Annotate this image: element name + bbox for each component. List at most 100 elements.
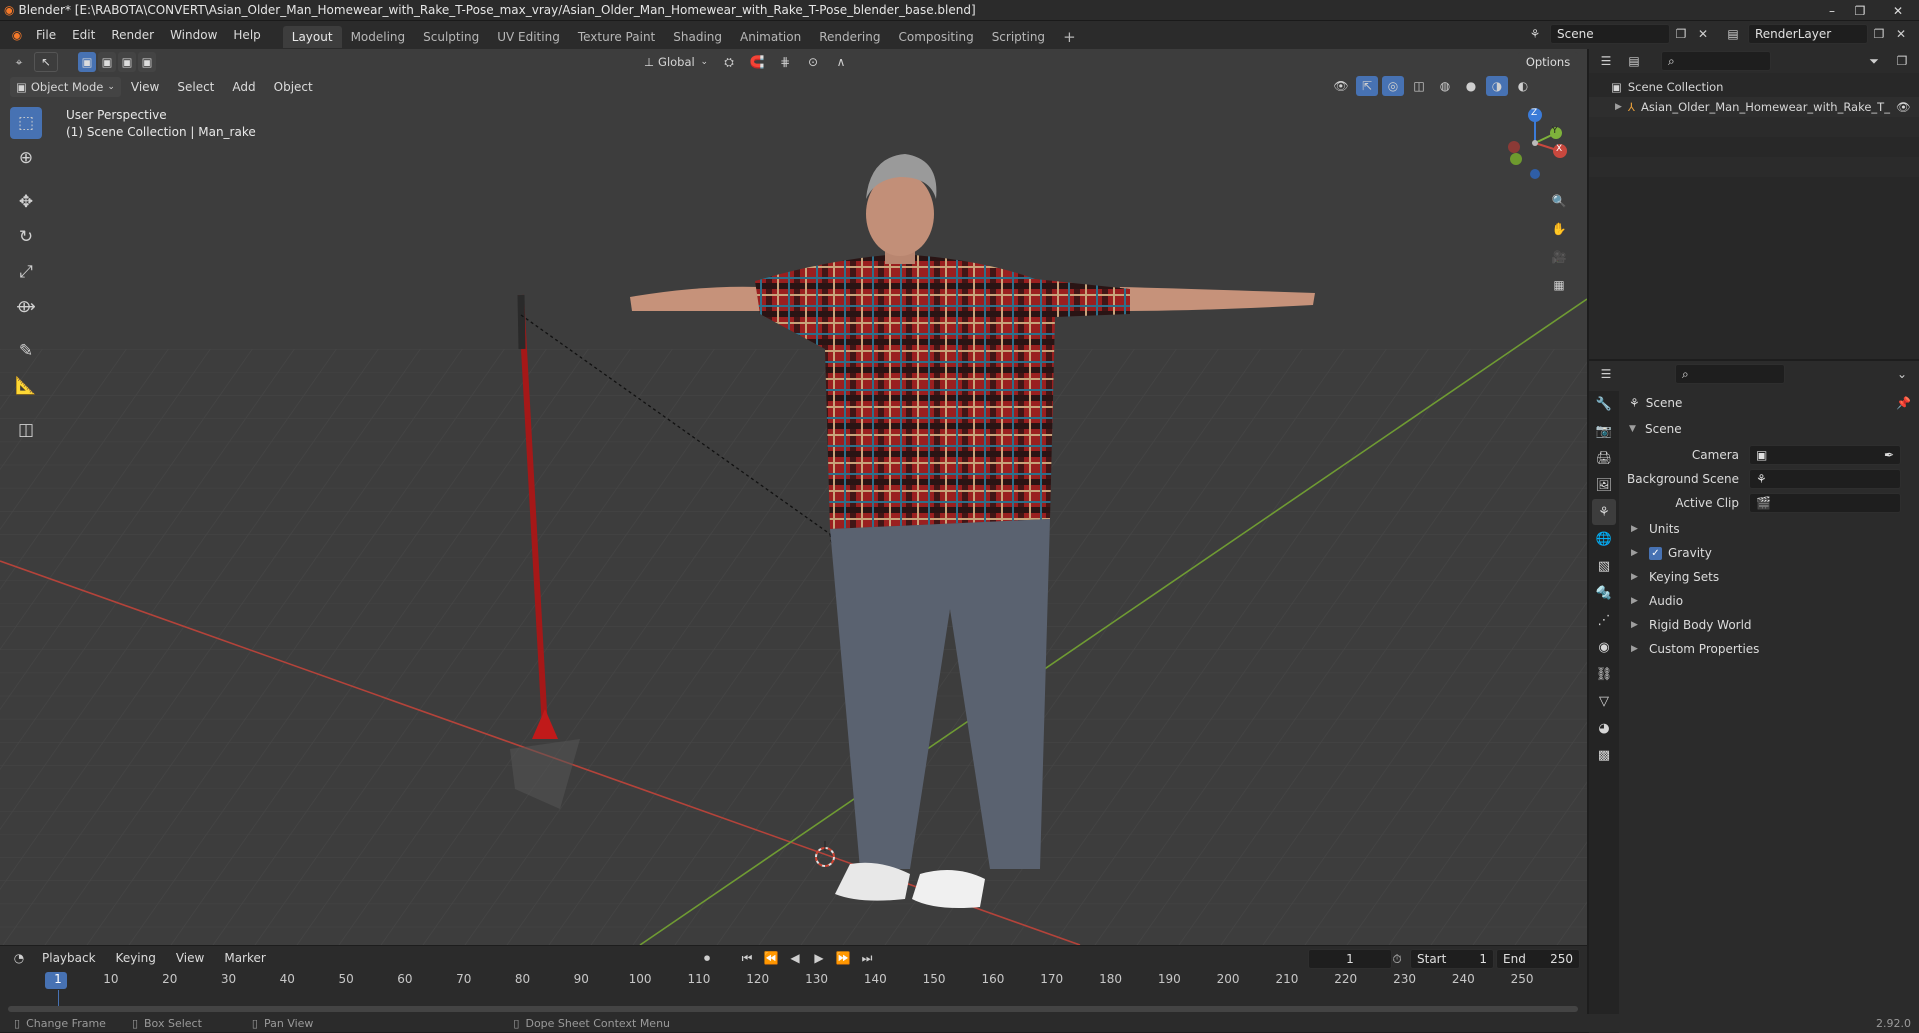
physics-tab-icon[interactable]: ◉ <box>1592 634 1616 660</box>
zoom-icon[interactable]: 🔍 <box>1548 191 1570 211</box>
transform-orientation-dropdown[interactable]: ⊥ Global ⌄ <box>640 52 712 72</box>
modifier-tab-icon[interactable]: 🔩 <box>1592 580 1616 606</box>
jump-end-icon[interactable]: ⏭ <box>856 948 878 968</box>
chevron-down-icon[interactable]: ⌄ <box>1891 364 1913 384</box>
jump-start-icon[interactable]: ⏮ <box>736 948 758 968</box>
falloff-icon[interactable]: ∧ <box>830 52 852 72</box>
cursor-tool-icon[interactable]: ⊕ <box>10 142 42 174</box>
tool-tab-icon[interactable]: 🔧 <box>1592 391 1616 417</box>
current-frame-field[interactable]: 1 <box>1308 949 1392 969</box>
tab-shading[interactable]: Shading <box>664 26 731 48</box>
add-cube-tool-icon[interactable]: ◫ <box>10 414 42 446</box>
properties-editor-icon[interactable]: ☰ <box>1595 364 1617 384</box>
record-icon[interactable]: ⏺ <box>696 948 718 968</box>
tab-sculpting[interactable]: Sculpting <box>414 26 488 48</box>
texture-tab-icon[interactable]: ▩ <box>1592 742 1616 768</box>
new-collection-icon[interactable]: ❐ <box>1891 51 1913 71</box>
maximize-button[interactable]: ❐ <box>1846 0 1874 21</box>
proportional-edit-icon[interactable]: ⊙ <box>802 52 824 72</box>
pin-icon[interactable]: 📌 <box>1896 396 1911 410</box>
transform-tool-icon[interactable]: ⟴ <box>10 291 42 323</box>
solid-shading-icon[interactable]: ● <box>1460 76 1482 96</box>
gravity-panel-header[interactable]: ▶ ✓ Gravity <box>1621 541 1919 565</box>
eyedropper-icon[interactable]: ✒ <box>1884 446 1894 464</box>
subtract-selection-icon[interactable]: ▣ <box>118 52 136 72</box>
snap-target-icon[interactable]: ⋕ <box>774 52 796 72</box>
tab-compositing[interactable]: Compositing <box>889 26 982 48</box>
snap-icon[interactable]: 🧲 <box>746 52 768 72</box>
menu-timeline-view[interactable]: View <box>168 947 212 969</box>
scene-panel-header[interactable]: ▼ Scene <box>1621 417 1919 441</box>
close-window-button[interactable]: ✕ <box>1878 0 1918 21</box>
start-frame-field[interactable]: Start 1 <box>1410 949 1494 969</box>
3d-viewport[interactable]: User Perspective (1) Scene Collection | … <box>0 49 1587 945</box>
select-mode-icon[interactable]: ↖ <box>34 52 58 72</box>
tab-rendering[interactable]: Rendering <box>810 26 889 48</box>
display-mode-icon[interactable]: ▤ <box>1623 51 1645 71</box>
mode-dropdown[interactable]: ▣ Object Mode ⌄ <box>10 77 121 97</box>
world-tab-icon[interactable]: 🌐 <box>1592 526 1616 552</box>
blender-menu-icon[interactable]: ◉ <box>6 25 28 45</box>
menu-file[interactable]: File <box>28 24 64 46</box>
menu-select[interactable]: Select <box>169 76 222 98</box>
outliner-search-input[interactable]: ⌕ <box>1661 51 1771 71</box>
delete-scene-icon[interactable]: ✕ <box>1692 24 1714 44</box>
camera-field[interactable]: ▣ ✒ <box>1749 445 1901 465</box>
outliner-editor-icon[interactable]: ☰ <box>1595 51 1617 71</box>
new-selection-icon[interactable]: ▣ <box>78 52 96 72</box>
output-tab-icon[interactable]: 🖨 <box>1592 445 1616 471</box>
new-view-layer-icon[interactable]: ❐ <box>1868 24 1890 44</box>
options-dropdown[interactable]: Options <box>1518 52 1578 72</box>
scene-name-field[interactable]: Scene <box>1550 24 1670 44</box>
measure-tool-icon[interactable]: 📐 <box>10 370 42 402</box>
move-tool-icon[interactable]: ✥ <box>10 186 42 218</box>
add-workspace-button[interactable]: + <box>1054 26 1085 48</box>
material-shading-icon[interactable]: ◑ <box>1486 76 1508 96</box>
tab-animation[interactable]: Animation <box>731 26 810 48</box>
new-scene-icon[interactable]: ❐ <box>1670 24 1692 44</box>
scene-tab-icon[interactable]: ⚘ <box>1592 499 1616 525</box>
rigid-body-world-panel-header[interactable]: ▶ Rigid Body World <box>1621 613 1919 637</box>
wireframe-shading-icon[interactable]: ◍ <box>1434 76 1456 96</box>
extend-selection-icon[interactable]: ▣ <box>98 52 116 72</box>
view-layer-field[interactable]: RenderLayer <box>1748 24 1868 44</box>
tab-texture-paint[interactable]: Texture Paint <box>569 26 664 48</box>
view-layer-icon[interactable]: ▤ <box>1722 24 1744 44</box>
eye-visibility-icon[interactable]: 👁 <box>1896 100 1911 114</box>
tab-uv-editing[interactable]: UV Editing <box>488 26 569 48</box>
visibility-icon[interactable]: 👁 <box>1330 76 1352 96</box>
menu-view[interactable]: View <box>123 76 167 98</box>
tab-modeling[interactable]: Modeling <box>342 26 415 48</box>
rendered-shading-icon[interactable]: ◐ <box>1512 76 1534 96</box>
menu-keying[interactable]: Keying <box>108 947 164 969</box>
minimize-button[interactable]: – <box>1818 0 1846 21</box>
gravity-checkbox[interactable]: ✓ <box>1649 546 1662 560</box>
filter-icon[interactable]: ⏷ <box>1863 51 1885 71</box>
pan-hand-icon[interactable]: ✋ <box>1548 219 1570 239</box>
units-panel-header[interactable]: ▶ Units <box>1621 517 1919 541</box>
view-layer-tab-icon[interactable]: 🖼 <box>1592 472 1616 498</box>
constraints-tab-icon[interactable]: ⛓ <box>1592 661 1616 687</box>
menu-playback[interactable]: Playback <box>34 947 104 969</box>
gizmo-toggle-icon[interactable]: ⇱ <box>1356 76 1378 96</box>
keying-sets-panel-header[interactable]: ▶ Keying Sets <box>1621 565 1919 589</box>
play-icon[interactable]: ▶ <box>808 948 830 968</box>
menu-object[interactable]: Object <box>266 76 321 98</box>
annotate-tool-icon[interactable]: ✎ <box>10 335 42 367</box>
camera-view-icon[interactable]: 🎥 <box>1548 247 1570 267</box>
perspective-toggle-icon[interactable]: ▦ <box>1548 275 1570 295</box>
render-tab-icon[interactable]: 📷 <box>1592 418 1616 444</box>
select-box-icon[interactable]: ⬚ <box>10 107 42 139</box>
tab-layout[interactable]: Layout <box>282 26 342 48</box>
audio-panel-header[interactable]: ▶ Audio <box>1621 589 1919 613</box>
menu-help[interactable]: Help <box>225 24 268 46</box>
pivot-point-icon[interactable]: ⛭ <box>718 52 740 72</box>
preview-range-icon[interactable]: ⏱ <box>1386 949 1408 969</box>
material-tab-icon[interactable]: ◕ <box>1592 715 1616 741</box>
outliner-root-row[interactable]: ▣ Scene Collection <box>1589 77 1919 97</box>
timeline-editor-icon[interactable]: ◔ <box>8 948 30 968</box>
expand-triangle-icon[interactable]: ▶ <box>1615 102 1622 112</box>
navigation-gizmo[interactable]: Z X Y <box>1490 105 1570 185</box>
next-keyframe-icon[interactable]: ⏩ <box>832 948 854 968</box>
outliner-item[interactable]: ▶ ⅄ Asian_Older_Man_Homewear_with_Rake_T… <box>1589 97 1919 117</box>
